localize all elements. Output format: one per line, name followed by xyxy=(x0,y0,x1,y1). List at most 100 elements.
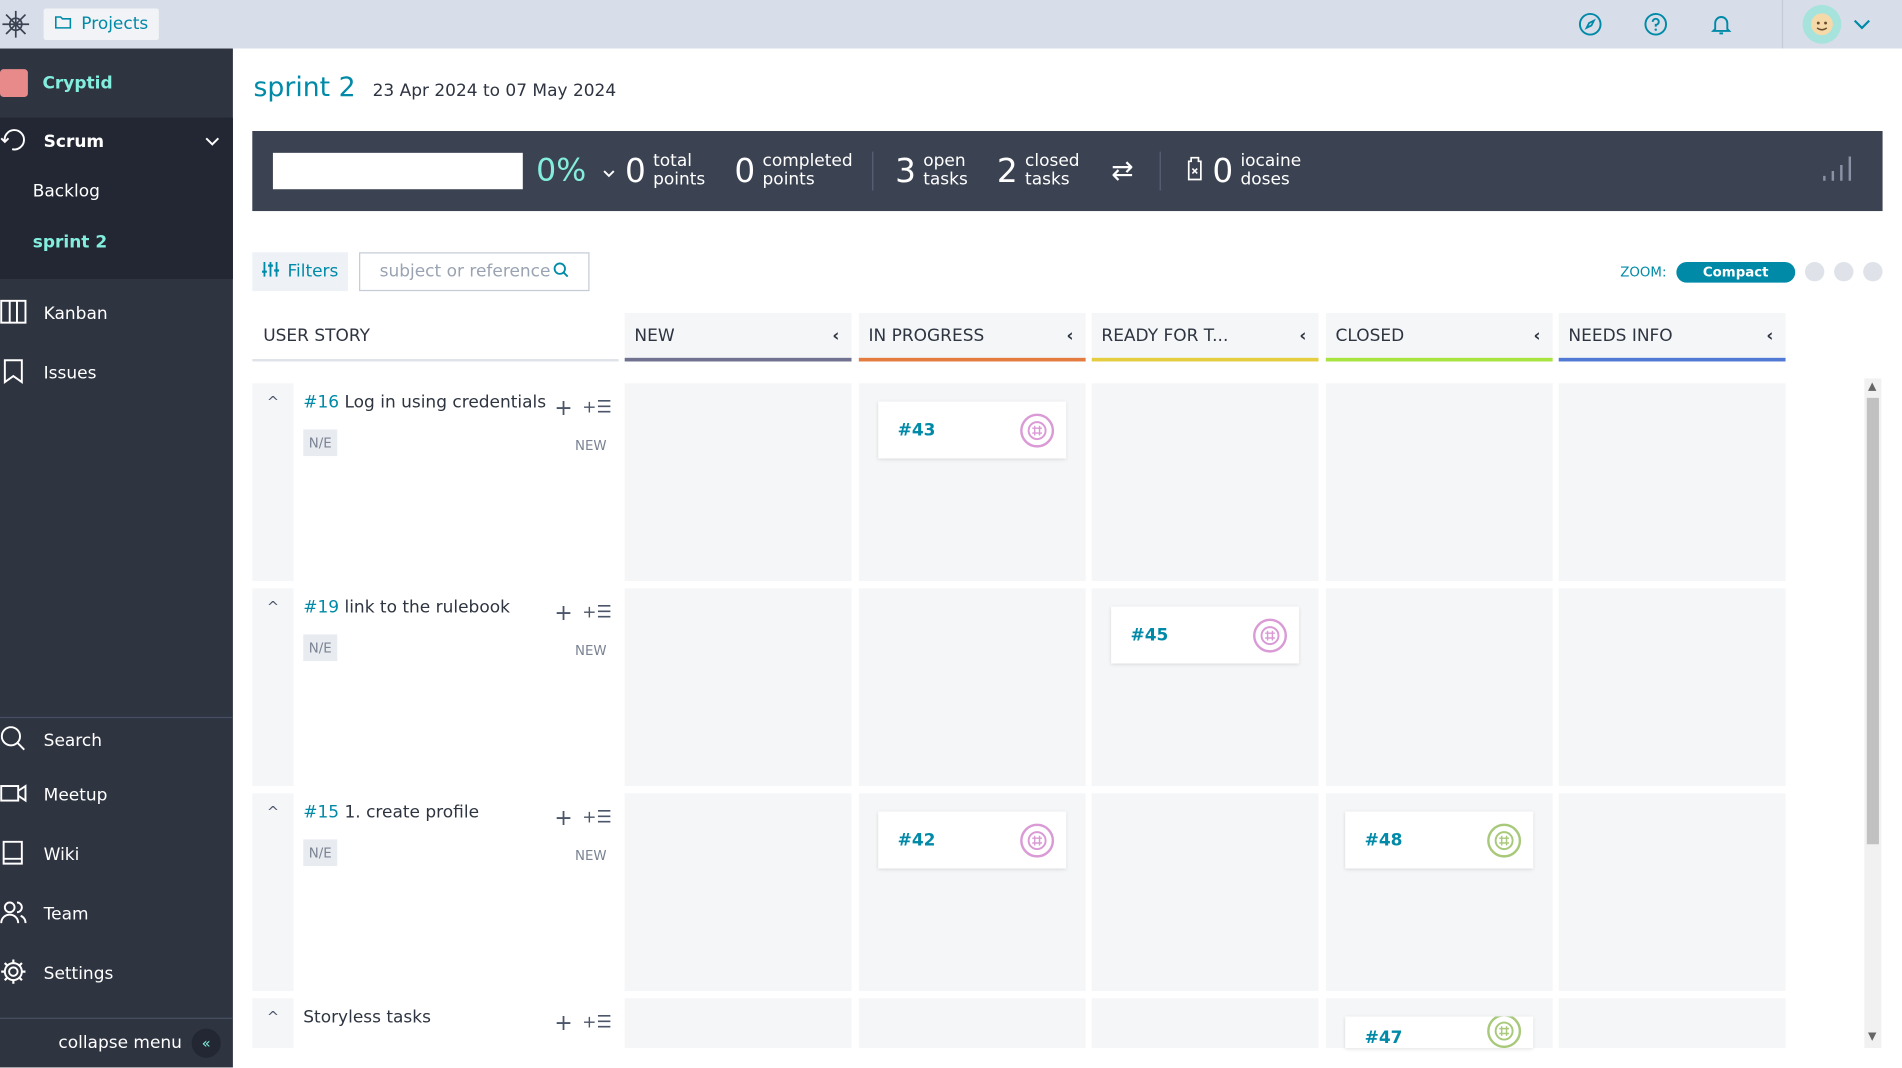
sidebar-item-meetup[interactable]: Meetup xyxy=(0,765,233,824)
assignee-avatar[interactable] xyxy=(1020,823,1055,857)
top-bar: Projects xyxy=(0,0,1902,49)
avatar[interactable] xyxy=(1802,4,1842,44)
assignee-avatar[interactable] xyxy=(1020,413,1055,447)
search-input[interactable]: subject or reference xyxy=(359,252,590,292)
zoom-level-dot[interactable] xyxy=(1834,262,1854,282)
bulk-add-tasks-button[interactable]: +☰ xyxy=(582,808,611,827)
task-lane[interactable] xyxy=(624,998,852,1049)
scroll-down-arrow[interactable]: ▼ xyxy=(1868,1031,1876,1043)
add-task-button[interactable]: + xyxy=(554,1010,572,1035)
task-lane[interactable] xyxy=(1325,588,1553,787)
assignee-avatar[interactable] xyxy=(1487,1016,1522,1049)
sidebar-item-kanban[interactable]: Kanban xyxy=(0,284,233,343)
story-points-badge[interactable]: N/E xyxy=(303,429,338,457)
story-points-badge[interactable]: N/E xyxy=(303,839,338,867)
zoom-level-dot[interactable] xyxy=(1804,262,1825,282)
zoom-compact-button[interactable]: Compact xyxy=(1676,261,1796,283)
story-ref[interactable]: #19 xyxy=(303,598,339,617)
story-ref[interactable]: #15 xyxy=(303,803,339,822)
task-lane[interactable] xyxy=(1091,793,1319,992)
help-icon[interactable] xyxy=(1642,11,1669,38)
project-link[interactable]: Cryptid xyxy=(0,49,233,118)
add-task-button[interactable]: + xyxy=(554,395,572,420)
task-lane[interactable] xyxy=(1558,588,1786,787)
task-card[interactable]: #48 xyxy=(1345,811,1534,869)
task-lane[interactable] xyxy=(858,588,1086,787)
bulk-add-tasks-button[interactable]: +☰ xyxy=(582,1013,611,1032)
sidebar-item-search[interactable]: Search xyxy=(0,717,233,766)
sidebar-item-issues[interactable]: Issues xyxy=(0,343,233,402)
sidebar-item-scrum[interactable]: Scrum xyxy=(0,118,233,167)
scrollbar-thumb[interactable] xyxy=(1866,397,1879,845)
task-lane[interactable] xyxy=(624,793,852,992)
task-ref[interactable]: #48 xyxy=(1365,830,1403,849)
task-lane[interactable] xyxy=(1558,793,1786,992)
sidebar-item-wiki[interactable]: Wiki xyxy=(0,825,233,884)
sidebar-item-backlog[interactable]: Backlog xyxy=(0,166,233,217)
task-lane[interactable] xyxy=(624,383,852,582)
chevron-left-icon[interactable]: ‹ xyxy=(1766,326,1773,345)
chevron-down-icon[interactable] xyxy=(603,160,615,183)
task-ref[interactable]: #47 xyxy=(1365,1029,1403,1048)
task-lane[interactable] xyxy=(624,588,852,787)
add-task-button[interactable]: + xyxy=(554,600,572,625)
story-points-badge[interactable]: N/E xyxy=(303,634,338,662)
chevron-up-icon[interactable]: ^ xyxy=(267,393,279,410)
story-gutter xyxy=(252,793,294,992)
task-ref[interactable]: #43 xyxy=(898,420,936,439)
chevron-up-icon[interactable]: ^ xyxy=(267,1008,279,1025)
compass-icon[interactable] xyxy=(1577,11,1604,38)
logo-icon[interactable] xyxy=(0,8,32,40)
story-ref[interactable]: #16 xyxy=(303,393,339,412)
burndown-icon[interactable] xyxy=(1822,154,1856,188)
bulk-add-tasks-button[interactable]: +☰ xyxy=(582,603,611,622)
task-card[interactable]: #43 xyxy=(878,401,1067,459)
task-ref[interactable]: #42 xyxy=(898,830,936,849)
story-title[interactable]: #16 Log in using credentials xyxy=(303,393,546,412)
assignee-avatar[interactable] xyxy=(1253,618,1287,652)
task-ref[interactable]: #45 xyxy=(1131,625,1169,644)
story-status[interactable]: NEW xyxy=(575,643,607,659)
chevron-left-icon[interactable]: ‹ xyxy=(1299,326,1306,345)
collapse-menu-button[interactable]: collapse menu « xyxy=(0,1017,233,1068)
sidebar-item-sprint[interactable]: sprint 2 xyxy=(0,217,233,268)
scroll-up-arrow[interactable]: ▲ xyxy=(1868,381,1876,393)
zoom-level-dot[interactable] xyxy=(1863,262,1883,282)
task-lane[interactable] xyxy=(1325,383,1553,582)
chevron-left-icon[interactable]: ‹ xyxy=(832,326,839,345)
filters-button[interactable]: Filters xyxy=(252,252,349,292)
story-title[interactable]: Storyless tasks xyxy=(303,1008,431,1027)
bulk-add-tasks-button[interactable]: +☰ xyxy=(582,398,611,417)
chevron-left-icon[interactable]: ‹ xyxy=(1533,326,1540,345)
chevron-left-icon[interactable]: ‹ xyxy=(1066,326,1073,345)
closed-tasks-label-2: tasks xyxy=(1025,169,1070,190)
chevron-down-icon[interactable] xyxy=(1853,19,1875,30)
folder-icon xyxy=(55,15,72,34)
task-card[interactable]: #45 xyxy=(1111,606,1300,664)
scrollbar[interactable]: ▲ ▼ xyxy=(1864,378,1882,1049)
kanban-icon xyxy=(0,298,27,330)
swap-icon[interactable]: ⇄ xyxy=(1111,156,1133,186)
assignee-avatar[interactable] xyxy=(1487,823,1522,857)
bell-icon[interactable] xyxy=(1708,11,1735,38)
task-lane[interactable] xyxy=(1091,998,1319,1049)
add-task-button[interactable]: + xyxy=(554,805,572,830)
task-lane[interactable] xyxy=(1091,383,1319,582)
progress-bar xyxy=(272,152,523,190)
sidebar-item-settings[interactable]: Settings xyxy=(0,944,233,1003)
projects-button[interactable]: Projects xyxy=(43,8,160,41)
story-title[interactable]: #15 1. create profile xyxy=(303,803,479,822)
chevron-up-icon[interactable]: ^ xyxy=(267,598,279,615)
task-lane[interactable] xyxy=(858,998,1086,1049)
story-status[interactable]: NEW xyxy=(575,438,607,454)
task-card[interactable]: #47 xyxy=(1345,1016,1534,1049)
sidebar-item-team[interactable]: Team xyxy=(0,884,233,943)
task-lane[interactable] xyxy=(1558,998,1786,1049)
story-title[interactable]: #19 link to the rulebook xyxy=(303,598,510,617)
chevron-down-icon[interactable] xyxy=(205,132,220,151)
task-card[interactable]: #42 xyxy=(878,811,1067,869)
chevron-up-icon[interactable]: ^ xyxy=(267,803,279,820)
scrum-section: Scrum Backlog sprint 2 xyxy=(0,117,233,279)
task-lane[interactable] xyxy=(1558,383,1786,582)
story-status[interactable]: NEW xyxy=(575,848,607,864)
